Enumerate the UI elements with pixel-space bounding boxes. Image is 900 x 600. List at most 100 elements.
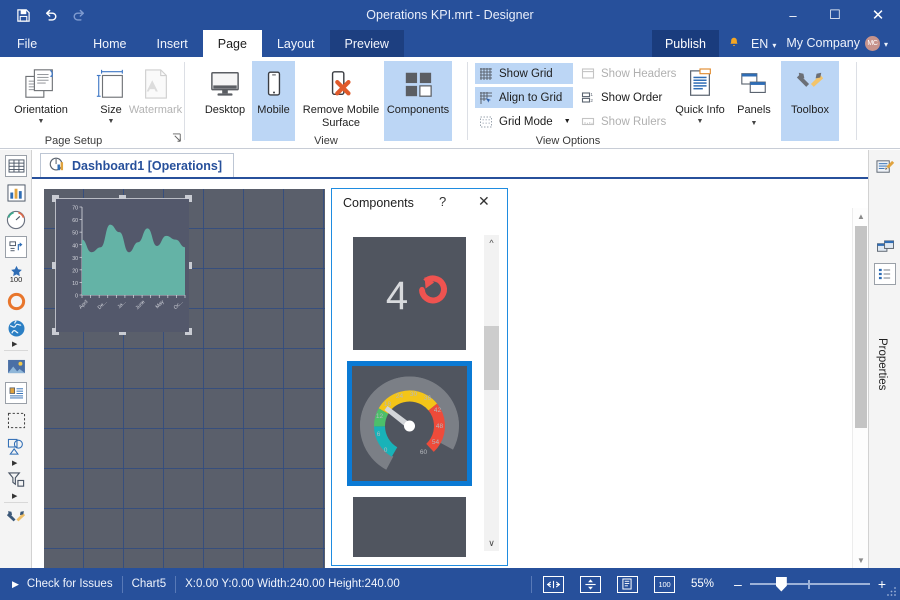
- page-view-button[interactable]: [616, 575, 638, 593]
- ribbon-tab-strip: File Home Insert Page Layout Preview Pub…: [0, 30, 900, 57]
- svg-text:0: 0: [75, 294, 78, 300]
- designer-window: Operations KPI.mrt - Designer – ☐ ✕ File…: [0, 0, 900, 600]
- filter-tool-button[interactable]: [5, 469, 27, 491]
- chevron-down-icon[interactable]: ▼: [38, 118, 45, 126]
- show-headers-toggle: Show Headers: [577, 63, 677, 84]
- orientation-button[interactable]: Orientation ▼: [8, 61, 74, 133]
- report-page[interactable]: 0 10 20 30 40 50 60 70 April De... Ja... June May Oc.…: [44, 189, 325, 568]
- tab-home[interactable]: Home: [78, 30, 141, 57]
- components-grid-icon: [402, 64, 434, 104]
- tab-insert[interactable]: Insert: [142, 30, 203, 57]
- tab-layout[interactable]: Layout: [262, 30, 330, 57]
- zoom-slider[interactable]: [749, 576, 870, 592]
- progress-tool-button[interactable]: 100: [5, 263, 27, 285]
- account-menu[interactable]: My Company MC ▾: [780, 36, 900, 52]
- grid-mode-dropdown[interactable]: Grid Mode ▼: [475, 111, 573, 132]
- save-icon[interactable]: [14, 6, 32, 24]
- components-button[interactable]: Components: [384, 61, 452, 141]
- panels-icon: [738, 64, 770, 104]
- desktop-button[interactable]: Desktop: [192, 61, 258, 133]
- filter-tool-chevron-icon[interactable]: ▶: [12, 492, 17, 500]
- tools-tool-button[interactable]: [5, 508, 27, 530]
- chevron-down-icon[interactable]: ▼: [564, 118, 571, 125]
- panels-button[interactable]: Panels ▼: [729, 61, 779, 133]
- properties-tab-button[interactable]: [874, 156, 896, 178]
- components-panel-scrollbar[interactable]: ^ ∨: [484, 235, 499, 551]
- components-list: 4 0 6 12 18 24 30 36 42 48 54 60: [341, 223, 489, 557]
- watermark-button: Watermark: [118, 61, 193, 133]
- show-grid-toggle[interactable]: Show Grid: [475, 63, 573, 84]
- document-tab-dashboard1[interactable]: Dashboard1 [Operations]: [40, 153, 235, 178]
- title-bar: Operations KPI.mrt - Designer – ☐ ✕: [0, 0, 900, 30]
- table-tool-button[interactable]: [5, 155, 27, 177]
- scroll-up-button[interactable]: ▲: [853, 208, 868, 224]
- align-to-grid-toggle[interactable]: Align to Grid: [475, 87, 573, 108]
- fit-page-button[interactable]: [579, 575, 601, 593]
- zoom-out-button[interactable]: –: [726, 576, 750, 592]
- tab-file[interactable]: File: [0, 30, 54, 57]
- undo-icon[interactable]: [42, 6, 60, 24]
- tab-preview[interactable]: Preview: [329, 30, 404, 57]
- fit-width-button[interactable]: [542, 575, 564, 593]
- gauge-tool-button[interactable]: [5, 209, 27, 231]
- left-toolbar: 100 ▶ ▶ ▶: [0, 150, 32, 568]
- chevron-down-icon[interactable]: ▼: [751, 120, 758, 128]
- panel-tool-button[interactable]: [5, 382, 27, 404]
- zoom-100-button[interactable]: 100: [653, 575, 675, 593]
- component-text[interactable]: Average Patient Wait Time, in min: [353, 497, 466, 557]
- close-button[interactable]: ✕: [856, 0, 900, 30]
- zoom-slider-track: [749, 583, 870, 585]
- show-grid-label: Show Grid: [499, 67, 553, 80]
- language-selector[interactable]: EN ▾: [749, 37, 780, 51]
- pie-tool-button[interactable]: [5, 290, 27, 312]
- components-scroll-down-button[interactable]: ∨: [484, 536, 499, 551]
- component-kpi-counter[interactable]: 4: [353, 237, 466, 350]
- maximize-button[interactable]: ☐: [814, 0, 856, 30]
- scroll-down-button[interactable]: ▼: [853, 552, 868, 568]
- area-chart-component[interactable]: 010203040506070April De... Ja... June May Oc.…: [56, 199, 189, 332]
- show-order-toggle[interactable]: 12 Show Order: [577, 87, 677, 108]
- tab-page[interactable]: Page: [202, 30, 262, 57]
- chart-tool-button[interactable]: [5, 182, 27, 204]
- remove-mobile-label: Remove Mobile Surface: [302, 104, 380, 129]
- close-icon[interactable]: ✕: [478, 193, 490, 210]
- page-setup-launcher[interactable]: [172, 133, 183, 146]
- redo-icon[interactable]: [70, 6, 88, 24]
- report-tree-tab-button[interactable]: [874, 263, 896, 285]
- component-gauge[interactable]: 0 6 12 18 24 30 36 42 48 54 60: [347, 361, 472, 486]
- help-icon[interactable]: ?: [439, 194, 446, 209]
- zoom-slider-thumb[interactable]: [775, 576, 787, 592]
- quick-info-button[interactable]: Quick Info ▼: [674, 61, 726, 133]
- image-tool-button[interactable]: [5, 355, 27, 377]
- components-scroll-thumb[interactable]: [484, 326, 499, 390]
- show-rulers-toggle: Show Rulers: [577, 111, 677, 132]
- chevron-down-icon[interactable]: ▼: [108, 118, 115, 126]
- toolbox-button[interactable]: Toolbox: [781, 61, 839, 141]
- ribbon-divider-2: [467, 62, 468, 140]
- grid-icon: [478, 66, 494, 82]
- page-setup-group-title: Page Setup: [44, 135, 103, 147]
- check-for-issues-button[interactable]: Check for Issues: [27, 578, 113, 590]
- components-scroll-up-button[interactable]: ^: [484, 235, 499, 250]
- shape-tool-chevron-icon[interactable]: ▶: [12, 459, 17, 467]
- scroll-thumb[interactable]: [855, 226, 867, 428]
- grid-mode-icon: [478, 114, 494, 130]
- notification-bell-icon[interactable]: [719, 36, 749, 52]
- canvas-vertical-scrollbar[interactable]: ▲ ▼: [852, 208, 868, 568]
- minimize-button[interactable]: –: [772, 0, 814, 30]
- resize-grip-icon[interactable]: [885, 585, 897, 597]
- play-icon[interactable]: ▶: [12, 579, 19, 590]
- mobile-button[interactable]: Mobile: [252, 61, 295, 141]
- map-tool-chevron-icon[interactable]: ▶: [12, 340, 17, 348]
- toolbar-divider-2: [4, 502, 28, 503]
- ribbon-right-controls: Publish EN ▾ My Company MC ▾: [651, 30, 900, 57]
- map-tool-button[interactable]: [5, 317, 27, 339]
- indicator-tool-button[interactable]: [5, 236, 27, 258]
- region-tool-button[interactable]: [5, 409, 27, 431]
- components-panel[interactable]: Components ? ✕ 4 0 6 12 18 24 30 36 42 4…: [331, 188, 508, 566]
- remove-mobile-surface-button[interactable]: Remove Mobile Surface: [299, 61, 383, 133]
- dictionary-tab-button[interactable]: [874, 236, 896, 258]
- chevron-down-icon[interactable]: ▼: [697, 118, 704, 126]
- publish-button[interactable]: Publish: [651, 30, 719, 57]
- shape-tool-button[interactable]: [5, 436, 27, 458]
